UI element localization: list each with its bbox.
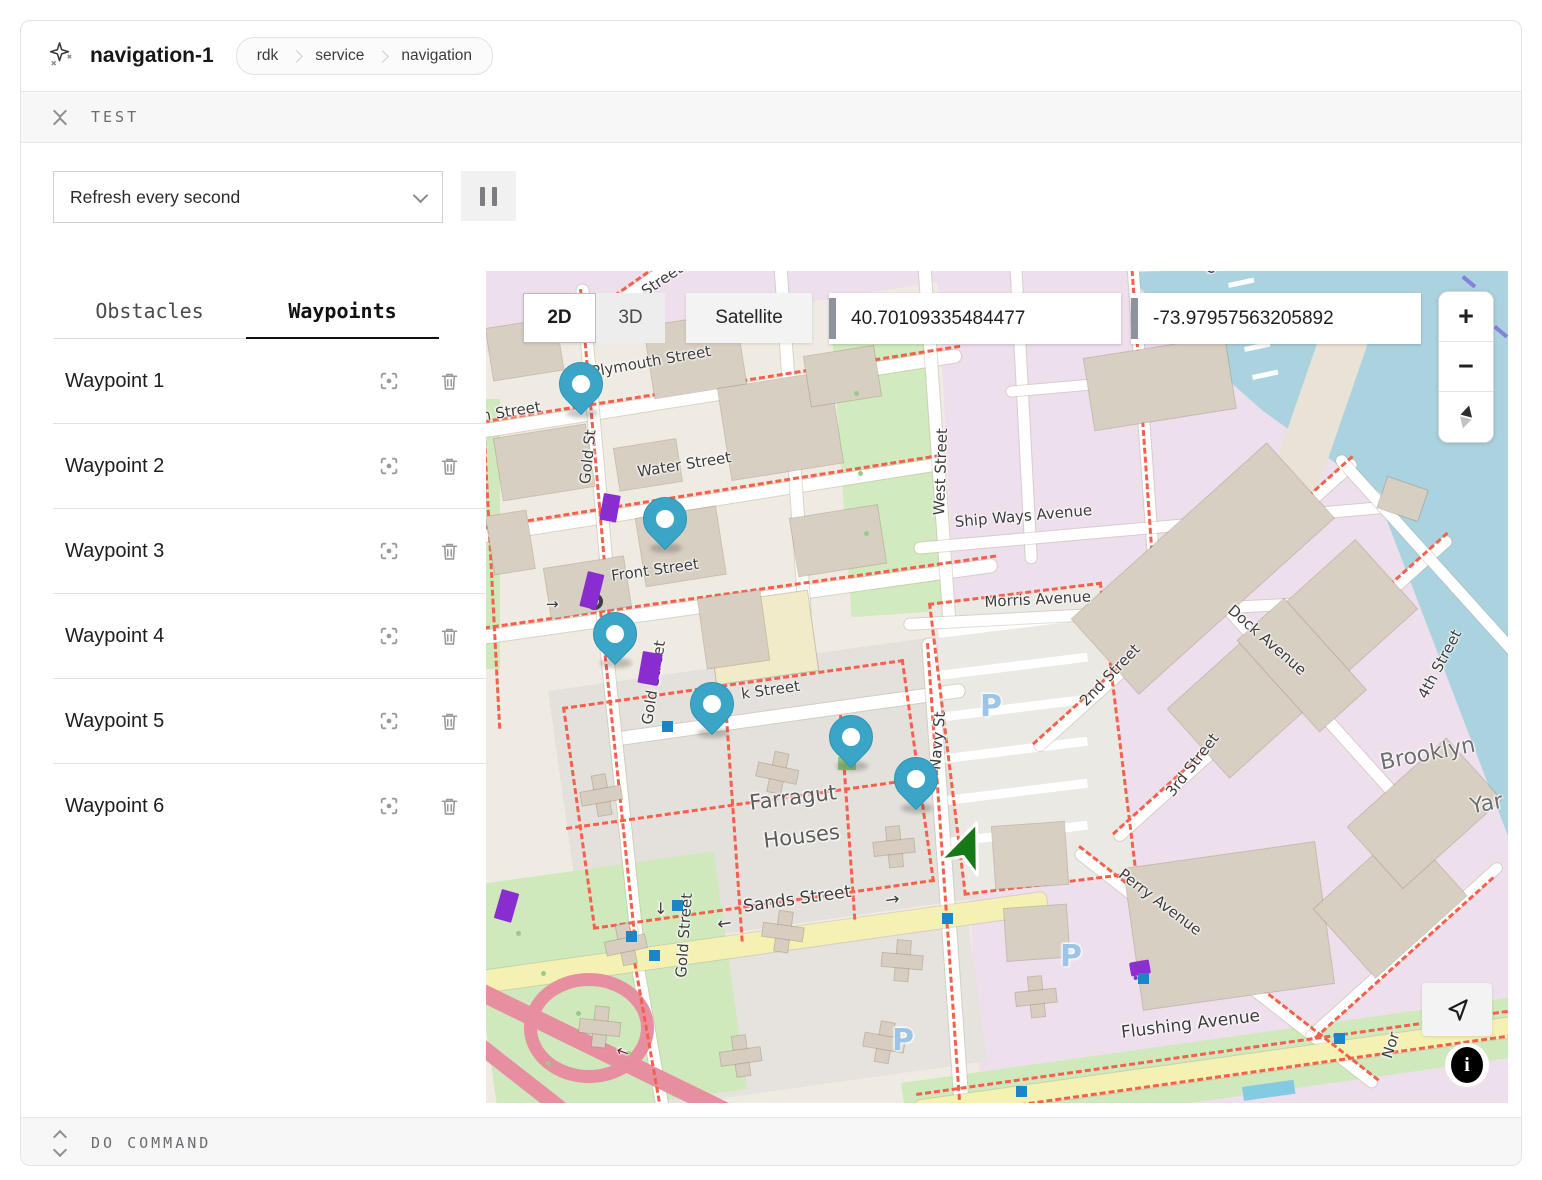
focus-icon — [378, 795, 400, 817]
delete-waypoint-button[interactable] — [437, 454, 461, 478]
waypoint-name: Waypoint 4 — [53, 625, 377, 648]
tab-waypoints[interactable]: Waypoints — [246, 289, 439, 339]
waypoint-row: Waypoint 5 — [53, 679, 491, 764]
map-3d-button[interactable]: 3D — [596, 293, 665, 343]
waypoint-name: Waypoint 2 — [53, 455, 377, 478]
delete-waypoint-button[interactable] — [437, 709, 461, 733]
latitude-value: 40.70109335484477 — [851, 308, 1025, 330]
trash-icon — [439, 711, 460, 732]
navigation-map[interactable]: h StreetPlymouth StreetStreetWater Stree… — [486, 271, 1508, 1103]
waypoint-pin[interactable] — [550, 353, 612, 415]
zoom-out-button[interactable]: − — [1439, 342, 1493, 392]
waypoint-list: Waypoint 1 Waypoint 2 Waypoint 3 Waypoint 4… — [53, 339, 491, 848]
waypoint-pin[interactable] — [634, 488, 696, 550]
chevron-right-icon — [290, 50, 303, 63]
waypoint-row: Waypoint 1 — [53, 339, 491, 424]
waypoints-panel: Obstacles Waypoints Waypoint 1 Waypoint 2… — [53, 289, 491, 848]
pause-icon — [480, 187, 485, 206]
navigation-arrow-icon — [1442, 995, 1472, 1025]
test-section-title: TEST — [91, 108, 139, 126]
chevron-up-icon — [53, 1129, 67, 1143]
input-accent-bar — [1131, 298, 1138, 339]
longitude-value: -73.97957563205892 — [1153, 308, 1334, 330]
waypoint-name: Waypoint 1 — [53, 370, 377, 393]
waypoint-pins-layer — [486, 271, 1508, 1103]
waypoint-row: Waypoint 4 — [53, 594, 491, 679]
trash-icon — [439, 456, 460, 477]
focus-icon — [378, 540, 400, 562]
do-command-title: DO COMMAND — [91, 1134, 211, 1152]
delete-waypoint-button[interactable] — [437, 369, 461, 393]
latitude-input[interactable]: 40.70109335484477 — [829, 293, 1121, 344]
panel-tabs: Obstacles Waypoints — [53, 289, 439, 339]
focus-waypoint-button[interactable] — [377, 454, 401, 478]
service-sparkle-icon — [47, 40, 74, 72]
focus-waypoint-button[interactable] — [377, 624, 401, 648]
card-header: navigation-1 rdk service navigation — [21, 21, 1521, 92]
delete-waypoint-button[interactable] — [437, 794, 461, 818]
delete-waypoint-button[interactable] — [437, 624, 461, 648]
compass-needle-icon — [1451, 400, 1480, 435]
refresh-rate-value: Refresh every second — [70, 187, 240, 208]
waypoint-pin[interactable] — [681, 673, 743, 735]
breadcrumb-item-navigation: navigation — [401, 47, 472, 65]
screenshot-root: navigation-1 rdk service navigation TEST… — [0, 0, 1542, 1180]
chevron-down-icon — [53, 103, 67, 117]
compass-button[interactable] — [1439, 392, 1493, 442]
locate-robot-button[interactable] — [1422, 983, 1492, 1036]
waypoint-name: Waypoint 5 — [53, 710, 377, 733]
focus-icon — [378, 625, 400, 647]
focus-icon — [378, 370, 400, 392]
chevron-down-icon — [53, 1142, 67, 1156]
info-icon: i — [1451, 1047, 1483, 1083]
waypoint-pin[interactable] — [885, 748, 947, 810]
trash-icon — [439, 626, 460, 647]
longitude-input[interactable]: -73.97957563205892 — [1131, 293, 1421, 344]
waypoint-name: Waypoint 3 — [53, 540, 377, 563]
focus-icon — [378, 455, 400, 477]
refresh-rate-select[interactable]: Refresh every second — [53, 171, 443, 223]
breadcrumb: rdk service navigation — [236, 37, 493, 75]
trash-icon — [439, 796, 460, 817]
tab-obstacles[interactable]: Obstacles — [53, 289, 246, 339]
waypoint-row: Waypoint 2 — [53, 424, 491, 509]
map-2d-button[interactable]: 2D — [523, 293, 596, 343]
waypoint-pin[interactable] — [584, 603, 646, 665]
focus-icon — [378, 710, 400, 732]
map-zoom-control: + − — [1438, 291, 1494, 443]
waypoint-name: Waypoint 6 — [53, 795, 377, 818]
focus-waypoint-button[interactable] — [377, 369, 401, 393]
collapse-icon[interactable] — [55, 106, 65, 129]
breadcrumb-item-rdk: rdk — [257, 47, 279, 65]
focus-waypoint-button[interactable] — [377, 709, 401, 733]
test-section-body: Refresh every second Obstacles Waypoints… — [21, 143, 1521, 1117]
map-mode-toggle: 2D 3D — [523, 293, 665, 343]
waypoint-row: Waypoint 3 — [53, 509, 491, 594]
focus-waypoint-button[interactable] — [377, 539, 401, 563]
pause-refresh-button[interactable] — [461, 171, 516, 221]
focus-waypoint-button[interactable] — [377, 794, 401, 818]
refresh-controls: Refresh every second — [53, 171, 516, 223]
trash-icon — [439, 371, 460, 392]
chevron-right-icon — [376, 50, 389, 63]
waypoint-pin[interactable] — [820, 706, 882, 768]
pause-icon — [492, 187, 497, 206]
navigation-service-card: navigation-1 rdk service navigation TEST… — [20, 20, 1522, 1166]
test-section-header[interactable]: TEST — [21, 92, 1521, 143]
expand-icon[interactable] — [55, 1132, 65, 1155]
input-accent-bar — [829, 298, 836, 339]
delete-waypoint-button[interactable] — [437, 539, 461, 563]
trash-icon — [439, 541, 460, 562]
zoom-in-button[interactable]: + — [1439, 292, 1493, 342]
page-title: navigation-1 — [90, 44, 214, 68]
map-attribution-button[interactable]: i — [1445, 1043, 1489, 1087]
map-satellite-button[interactable]: Satellite — [686, 293, 812, 343]
chevron-down-icon — [413, 187, 429, 203]
breadcrumb-item-service: service — [315, 47, 364, 65]
chevron-up-icon — [53, 116, 67, 130]
waypoint-row: Waypoint 6 — [53, 764, 491, 848]
do-command-section-header[interactable]: DO COMMAND — [21, 1117, 1521, 1166]
